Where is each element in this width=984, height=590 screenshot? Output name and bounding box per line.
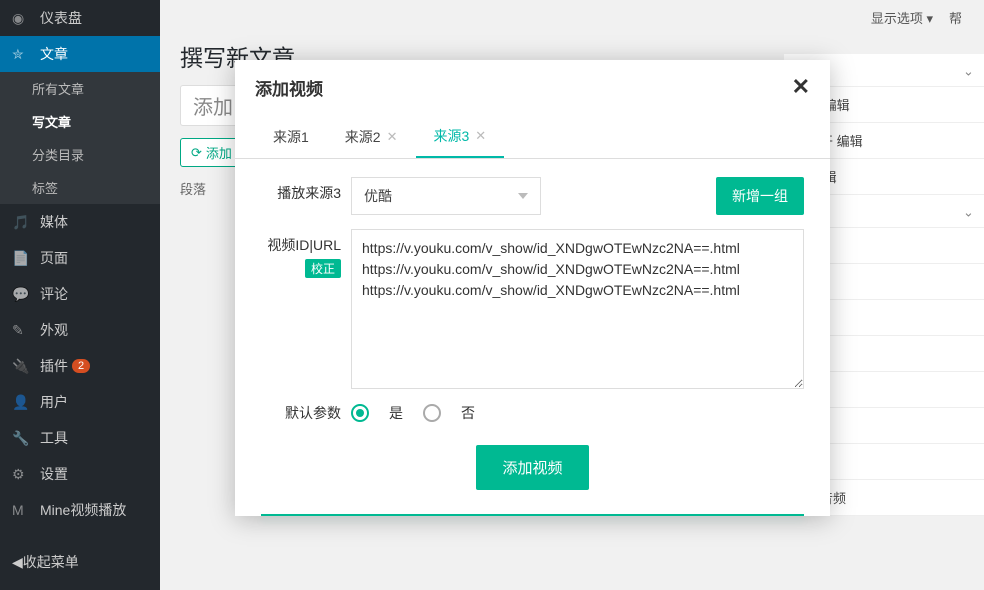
modal-tabs: 来源1 来源2 ✕ 来源3 ✕ (235, 116, 830, 159)
tab-close-icon[interactable]: ✕ (387, 129, 398, 145)
tab-close-icon[interactable]: ✕ (475, 128, 486, 144)
modal-divider (261, 514, 804, 516)
add-group-button[interactable]: 新增一组 (716, 177, 804, 215)
tab-source-1[interactable]: 来源1 (255, 116, 327, 158)
radio-yes-label: 是 (389, 403, 403, 423)
close-button[interactable]: ✕ (792, 74, 810, 100)
label: 来源2 (345, 127, 381, 147)
selected-value: 优酷 (364, 186, 392, 206)
url-label: 视频ID|URL 校正 (261, 229, 351, 278)
tab-source-3[interactable]: 来源3 ✕ (416, 116, 505, 158)
tab-source-2[interactable]: 来源2 ✕ (327, 116, 416, 158)
add-video-modal: 添加视频 ✕ 来源1 来源2 ✕ 来源3 ✕ 播放来源3 优酷 新增一组 (235, 60, 830, 516)
source-select[interactable]: 优酷 (351, 177, 541, 215)
modal-title: 添加视频 (255, 75, 323, 100)
label: 来源3 (434, 126, 470, 146)
modal-overlay: 添加视频 ✕ 来源1 来源2 ✕ 来源3 ✕ 播放来源3 优酷 新增一组 (0, 0, 984, 590)
source-label: 播放来源3 (261, 177, 351, 203)
add-video-submit-button[interactable]: 添加视频 (476, 445, 588, 490)
default-param-label: 默认参数 (261, 403, 351, 423)
radio-no[interactable] (423, 404, 441, 422)
verify-tag[interactable]: 校正 (305, 259, 341, 278)
radio-no-label: 否 (461, 403, 475, 423)
radio-yes[interactable] (351, 404, 369, 422)
chevron-down-icon (518, 193, 528, 199)
video-url-textarea[interactable] (351, 229, 804, 389)
